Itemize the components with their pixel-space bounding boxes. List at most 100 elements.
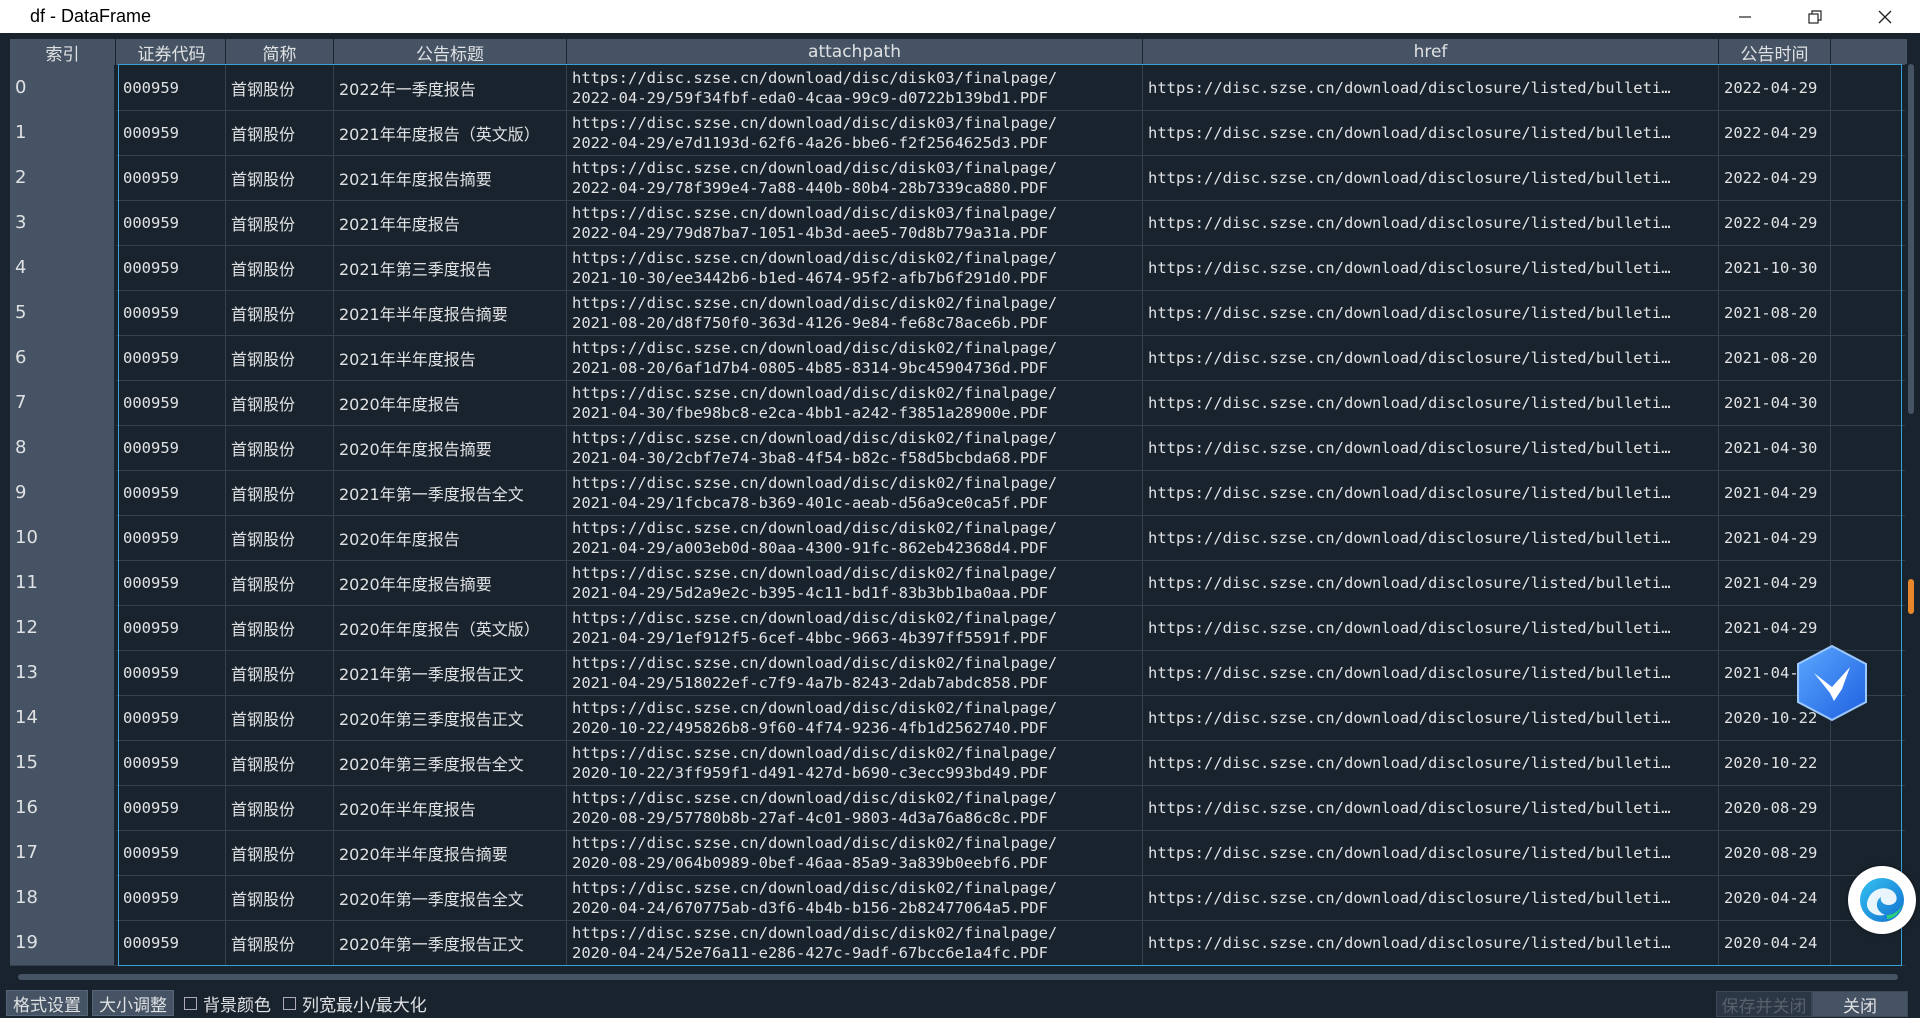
cell-attachpath[interactable]: https://disc.szse.cn/download/disc/disk0…: [567, 740, 1143, 785]
cell-index[interactable]: 14: [10, 695, 116, 740]
cell-date[interactable]: 2021-04-29: [1719, 560, 1831, 605]
cell-date[interactable]: 2022-04-29: [1719, 155, 1831, 200]
cell-attachpath[interactable]: https://disc.szse.cn/download/disc/disk0…: [567, 290, 1143, 335]
cell-index[interactable]: 8: [10, 425, 116, 470]
cell-name[interactable]: 首钢股份: [226, 335, 334, 380]
table-row[interactable]: 11 000959 首钢股份 2020年年度报告摘要 https://disc.szse…: [10, 560, 1907, 606]
cell-index[interactable]: 10: [10, 515, 116, 560]
cell-name[interactable]: 首钢股份: [226, 650, 334, 695]
cell-href[interactable]: https://disc.szse.cn/download/disclosure…: [1143, 335, 1719, 380]
cell-date[interactable]: 2020-08-29: [1719, 830, 1831, 875]
cell-code[interactable]: 000959: [118, 695, 226, 740]
table-row[interactable]: 13 000959 首钢股份 2021年第一季度报告正文 https://disc.sz…: [10, 650, 1907, 696]
table-row[interactable]: 9 000959 首钢股份 2021年第一季度报告全文 https://disc.szs…: [10, 470, 1907, 516]
table-row[interactable]: 19 000959 首钢股份 2020年第一季度报告正文 https://disc.sz…: [10, 920, 1907, 966]
cell-date[interactable]: 2020-10-22: [1719, 740, 1831, 785]
cell-code[interactable]: 000959: [118, 605, 226, 650]
cell-name[interactable]: 首钢股份: [226, 290, 334, 335]
cell-attachpath[interactable]: https://disc.szse.cn/download/disc/disk0…: [567, 920, 1143, 965]
cell-href[interactable]: https://disc.szse.cn/download/disclosure…: [1143, 470, 1719, 515]
table-row[interactable]: 6 000959 首钢股份 2021年半年度报告 https://disc.szse.c…: [10, 335, 1907, 381]
cell-code[interactable]: 000959: [118, 470, 226, 515]
cell-attachpath[interactable]: https://disc.szse.cn/download/disc/disk0…: [567, 560, 1143, 605]
colwidth-checkbox[interactable]: 列宽最小/最大化: [283, 991, 427, 1016]
horizontal-scrollbar[interactable]: [8, 971, 1903, 983]
cell-title[interactable]: 2021年第一季度报告正文: [334, 650, 567, 695]
cell-attachpath[interactable]: https://disc.szse.cn/download/disc/disk0…: [567, 470, 1143, 515]
cell-title[interactable]: 2020年年度报告摘要: [334, 425, 567, 470]
header-title[interactable]: 公告标题: [334, 39, 567, 65]
table-row[interactable]: 3 000959 首钢股份 2021年年度报告 https://disc.szse.cn…: [10, 200, 1907, 246]
cell-code[interactable]: 000959: [118, 380, 226, 425]
cell-title[interactable]: 2021年第一季度报告全文: [334, 470, 567, 515]
cell-index[interactable]: 17: [10, 830, 116, 875]
edge-browser-icon[interactable]: [1848, 866, 1916, 934]
cell-href[interactable]: https://disc.szse.cn/download/disclosure…: [1143, 740, 1719, 785]
cell-href[interactable]: https://disc.szse.cn/download/disclosure…: [1143, 200, 1719, 245]
cell-href[interactable]: https://disc.szse.cn/download/disclosure…: [1143, 830, 1719, 875]
cell-href[interactable]: https://disc.szse.cn/download/disclosure…: [1143, 650, 1719, 695]
cell-title[interactable]: 2021年年度报告摘要: [334, 155, 567, 200]
vertical-scroll-thumb[interactable]: [1908, 64, 1914, 414]
cell-name[interactable]: 首钢股份: [226, 515, 334, 560]
cell-index[interactable]: 13: [10, 650, 116, 695]
cell-href[interactable]: https://disc.szse.cn/download/disclosure…: [1143, 110, 1719, 155]
cell-date[interactable]: 2021-04-30: [1719, 380, 1831, 425]
cell-title[interactable]: 2020年年度报告: [334, 380, 567, 425]
cell-code[interactable]: 000959: [118, 245, 226, 290]
cell-attachpath[interactable]: https://disc.szse.cn/download/disc/disk0…: [567, 875, 1143, 920]
cell-name[interactable]: 首钢股份: [226, 920, 334, 965]
cell-title[interactable]: 2020年年度报告（英文版）: [334, 605, 567, 650]
cell-date[interactable]: 2021-04-30: [1719, 425, 1831, 470]
cell-title[interactable]: 2020年第三季度报告正文: [334, 695, 567, 740]
cell-name[interactable]: 首钢股份: [226, 470, 334, 515]
cell-attachpath[interactable]: https://disc.szse.cn/download/disc/disk0…: [567, 380, 1143, 425]
close-window-button[interactable]: [1850, 0, 1920, 33]
horizontal-scroll-thumb[interactable]: [18, 974, 1898, 980]
cell-attachpath[interactable]: https://disc.szse.cn/download/disc/disk0…: [567, 830, 1143, 875]
cell-index[interactable]: 12: [10, 605, 116, 650]
cell-date[interactable]: 2020-04-24: [1719, 920, 1831, 965]
table-row[interactable]: 0 000959 首钢股份 2022年一季度报告 https://disc.szse.c…: [10, 65, 1907, 111]
cell-date[interactable]: 2021-08-20: [1719, 290, 1831, 335]
cell-name[interactable]: 首钢股份: [226, 65, 334, 110]
cell-index[interactable]: 15: [10, 740, 116, 785]
bgcolor-checkbox[interactable]: 背景颜色: [184, 991, 271, 1016]
restore-button[interactable]: [1780, 0, 1850, 33]
header-index[interactable]: 索引: [10, 39, 116, 65]
cell-index[interactable]: 5: [10, 290, 116, 335]
cell-title[interactable]: 2020年第一季度报告全文: [334, 875, 567, 920]
cell-index[interactable]: 1: [10, 110, 116, 155]
cell-title[interactable]: 2020年第三季度报告全文: [334, 740, 567, 785]
table-row[interactable]: 16 000959 首钢股份 2020年半年度报告 https://disc.szse.…: [10, 785, 1907, 831]
cell-index[interactable]: 11: [10, 560, 116, 605]
cell-href[interactable]: https://disc.szse.cn/download/disclosure…: [1143, 65, 1719, 110]
cell-href[interactable]: https://disc.szse.cn/download/disclosure…: [1143, 695, 1719, 740]
save-and-close-button[interactable]: 保存并关闭: [1716, 991, 1812, 1017]
cell-index[interactable]: 0: [10, 65, 116, 110]
header-href[interactable]: href: [1143, 39, 1719, 65]
cell-date[interactable]: 2021-10-30: [1719, 245, 1831, 290]
cell-code[interactable]: 000959: [118, 200, 226, 245]
cell-code[interactable]: 000959: [118, 155, 226, 200]
cell-name[interactable]: 首钢股份: [226, 740, 334, 785]
cell-name[interactable]: 首钢股份: [226, 380, 334, 425]
cell-href[interactable]: https://disc.szse.cn/download/disclosure…: [1143, 920, 1719, 965]
table-row[interactable]: 15 000959 首钢股份 2020年第三季度报告全文 https://disc.sz…: [10, 740, 1907, 786]
cell-date[interactable]: 2020-04-24: [1719, 875, 1831, 920]
cell-attachpath[interactable]: https://disc.szse.cn/download/disc/disk0…: [567, 605, 1143, 650]
table-row[interactable]: 2 000959 首钢股份 2021年年度报告摘要 https://disc.szse.…: [10, 155, 1907, 201]
cell-attachpath[interactable]: https://disc.szse.cn/download/disc/disk0…: [567, 110, 1143, 155]
cell-index[interactable]: 6: [10, 335, 116, 380]
checkbox-box[interactable]: [184, 996, 197, 1010]
cell-href[interactable]: https://disc.szse.cn/download/disclosure…: [1143, 380, 1719, 425]
cell-attachpath[interactable]: https://disc.szse.cn/download/disc/disk0…: [567, 65, 1143, 110]
cell-code[interactable]: 000959: [118, 560, 226, 605]
table-row[interactable]: 7 000959 首钢股份 2020年年度报告 https://disc.szse.cn…: [10, 380, 1907, 426]
table-row[interactable]: 4 000959 首钢股份 2021年第三季度报告 https://disc.szse.…: [10, 245, 1907, 291]
table-row[interactable]: 12 000959 首钢股份 2020年年度报告（英文版） https://disc.s…: [10, 605, 1907, 651]
cell-name[interactable]: 首钢股份: [226, 785, 334, 830]
format-settings-button[interactable]: 格式设置: [6, 990, 88, 1016]
cell-title[interactable]: 2021年年度报告: [334, 200, 567, 245]
cell-attachpath[interactable]: https://disc.szse.cn/download/disc/disk0…: [567, 695, 1143, 740]
